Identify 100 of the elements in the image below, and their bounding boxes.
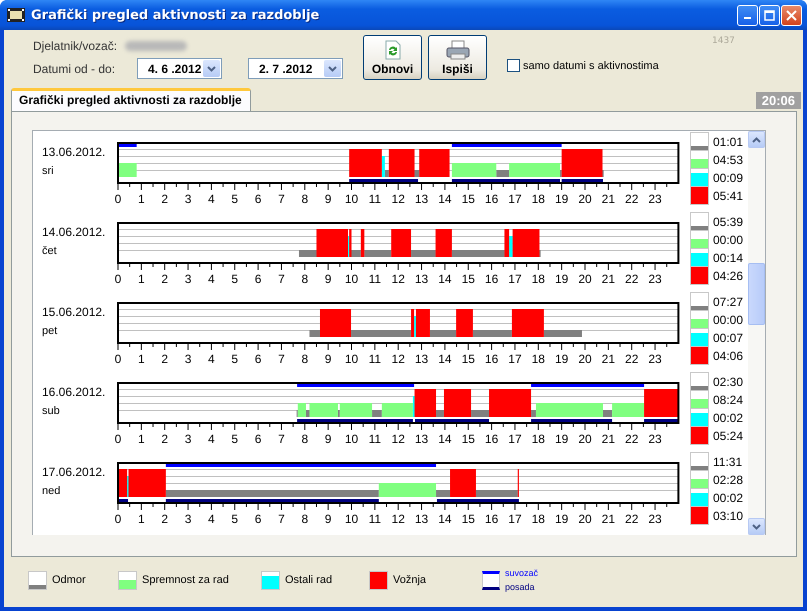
axis-label: 22 [625, 352, 638, 366]
legend-label: Spremnost za rad [142, 574, 229, 586]
axis-label: 9 [324, 432, 332, 446]
axis-label: 18 [532, 512, 545, 526]
axis-label: 12 [392, 432, 405, 446]
axis-label: 8 [301, 272, 308, 286]
rest-bar [306, 410, 310, 417]
drive-swatch-icon [690, 426, 709, 445]
axis-label: 4 [208, 272, 215, 286]
duration: 01:01 [713, 134, 744, 148]
codriver-label: suvozač [505, 568, 538, 578]
axis-label: 21 [602, 352, 616, 366]
duration: 07:27 [713, 294, 744, 308]
print-button[interactable]: Ispiši [428, 35, 487, 80]
axis-label: 18 [532, 352, 545, 366]
axis-label: 12 [392, 192, 405, 206]
axis-label: 4 [208, 352, 215, 366]
ready-bar [309, 403, 338, 417]
axis-label: 5 [231, 192, 238, 206]
axis-label: 0 [114, 432, 122, 446]
rest-swatch-icon [690, 212, 709, 231]
axis-label: 20 [578, 512, 592, 526]
crew-line [644, 419, 678, 422]
ready-bar [118, 163, 137, 177]
rest-swatch-icon [690, 292, 709, 311]
drive-bar [349, 149, 382, 177]
drive-bar [504, 229, 510, 257]
codriver-line [118, 144, 137, 147]
axis-label: 11 [368, 432, 382, 446]
axis-label: 16 [484, 432, 498, 446]
checkbox[interactable] [507, 59, 520, 72]
axis-label: 11 [368, 512, 382, 526]
axis-label: 23 [648, 272, 662, 286]
rest-bar [452, 250, 504, 257]
axis-label: 19 [554, 512, 568, 526]
work-swatch-icon [690, 168, 709, 187]
scroll-up-button[interactable] [748, 131, 765, 148]
tab[interactable]: Grafički pregled aktivnosti za razdoblje [11, 88, 251, 111]
axis-label: 12 [392, 512, 405, 526]
drive-bar [489, 389, 532, 417]
axis-label: 22 [625, 192, 638, 206]
maximize-button[interactable] [759, 4, 780, 26]
axis-label: 21 [602, 512, 616, 526]
axis-label: 6 [254, 272, 262, 286]
axis-label: 7 [278, 272, 285, 286]
weekday-label: sri [42, 165, 55, 177]
axis-label: 6 [254, 192, 262, 206]
axis-label: 17 [508, 192, 522, 206]
duration: 00:02 [713, 410, 744, 424]
drive-bar [512, 309, 544, 337]
scroll-down-button[interactable] [748, 518, 765, 535]
axis-label: 7 [278, 432, 285, 446]
date-label: 15.06.2012. [42, 305, 106, 319]
drive-bar [419, 149, 450, 177]
date-from-picker[interactable]: 4. 6 .2012 [137, 58, 222, 79]
axis-label: 2 [161, 352, 168, 366]
rest-bar [472, 330, 512, 337]
axis-label: 9 [324, 352, 332, 366]
work-swatch-icon [261, 570, 280, 590]
axis-label: 14 [438, 352, 452, 366]
refresh-button[interactable]: Obnovi [363, 35, 422, 80]
date-to-picker[interactable]: 2. 7 .2012 [248, 58, 343, 79]
drive-bar [391, 229, 412, 257]
axis-label: 3 [184, 512, 192, 526]
ready-bar [452, 163, 496, 177]
axis-label: 19 [554, 272, 568, 286]
axis-label: 3 [184, 352, 192, 366]
close-button[interactable] [781, 4, 802, 26]
axis-label: 17 [508, 272, 522, 286]
crew-lines-icon [482, 570, 500, 590]
crew-line [349, 179, 418, 182]
minimize-button[interactable] [737, 4, 758, 26]
employee-label: Djelatnik/vozač: [33, 39, 118, 53]
axis-label: 22 [625, 512, 638, 526]
axis-label: 9 [324, 192, 332, 206]
axis-label: 10 [344, 272, 358, 286]
vertical-scrollbar[interactable] [748, 131, 765, 535]
duration: 00:00 [713, 312, 744, 326]
work-swatch-icon [690, 408, 709, 427]
axis-label: 0 [114, 272, 122, 286]
axis-label: 6 [254, 432, 262, 446]
rest-bar [436, 410, 444, 417]
rest-bar [414, 170, 420, 177]
drive-bar [414, 389, 436, 417]
caret-down-icon [752, 524, 761, 530]
axis-label: 8 [301, 192, 308, 206]
axis-label: 14 [438, 192, 452, 206]
crew-label: posada [505, 582, 536, 592]
clock-badge: 20:06 [756, 92, 801, 109]
axis-label: 7 [278, 512, 285, 526]
axis-label: 9 [324, 272, 332, 286]
duration: 00:02 [713, 490, 744, 504]
work-swatch-icon [690, 328, 709, 347]
duration: 00:14 [713, 250, 744, 264]
axis-label: 2 [161, 512, 168, 526]
ready-bar [340, 403, 372, 417]
drive-bar [562, 149, 603, 177]
film-icon [7, 7, 25, 23]
axis-label: 13 [414, 192, 428, 206]
scrollbar-thumb[interactable] [748, 263, 765, 325]
